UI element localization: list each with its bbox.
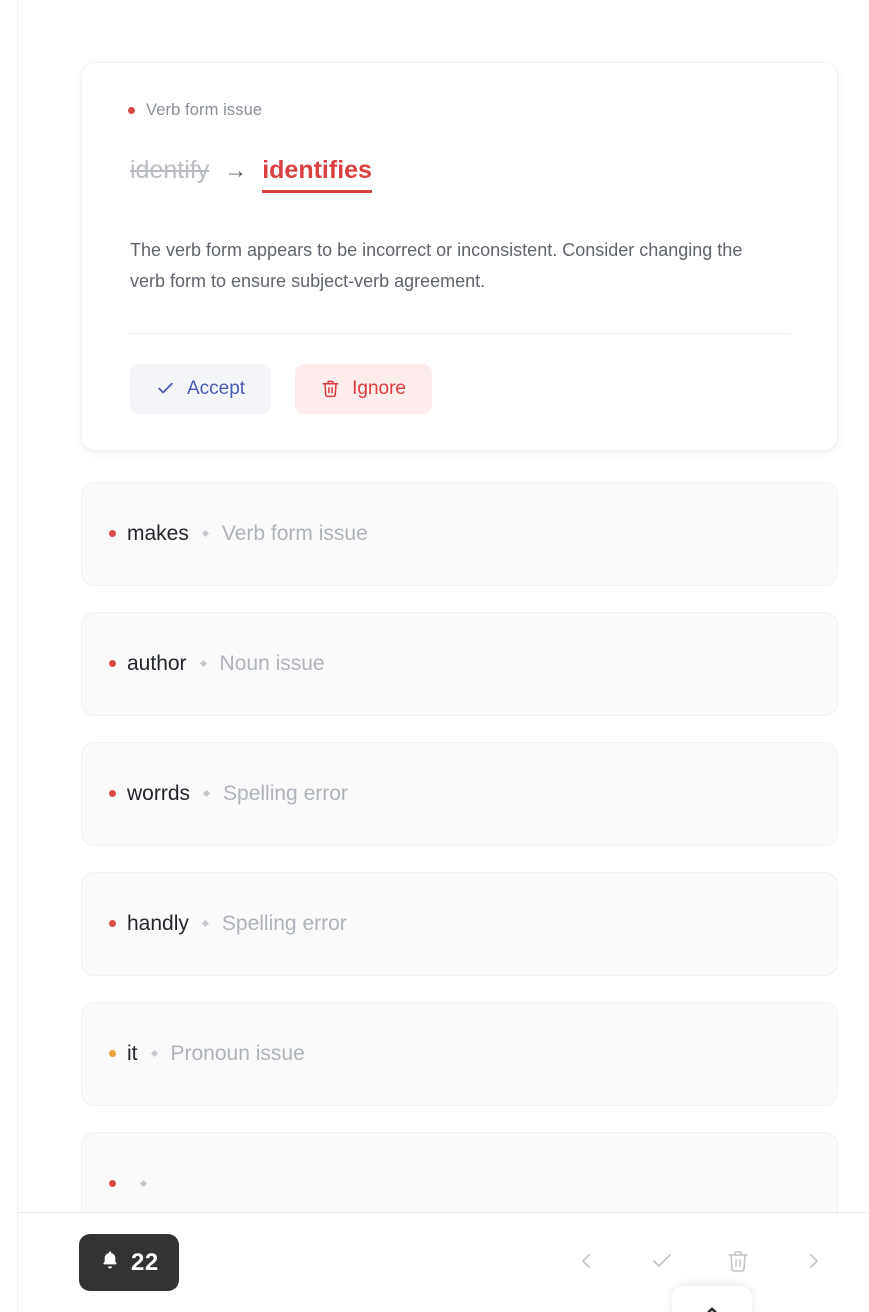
arrow-right-icon: → (224, 157, 248, 183)
suggestion-word: author (127, 651, 187, 675)
suggestion-row: worrds Spelling error (109, 782, 348, 806)
severity-dot-icon (128, 107, 135, 114)
separator-diamond-icon (199, 660, 207, 668)
trash-icon (726, 1249, 750, 1276)
issue-kind-header: Verb form issue (128, 101, 791, 120)
separator-diamond-icon (201, 530, 209, 538)
original-word: identify (130, 156, 210, 184)
suggestion-card[interactable]: makes Verb form issue (81, 481, 838, 586)
next-suggestion-button[interactable] (794, 1243, 834, 1283)
delete-suggestion-button[interactable] (718, 1243, 758, 1283)
suggestion-row: handly Spelling error (109, 912, 347, 936)
ignore-button[interactable]: Ignore (295, 363, 432, 414)
severity-dot-icon (109, 920, 116, 928)
severity-dot-icon (109, 790, 116, 798)
notification-badge[interactable]: 22 (79, 1234, 179, 1291)
accept-label: Accept (187, 377, 246, 399)
suggestion-card[interactable]: worrds Spelling error (81, 741, 838, 846)
severity-dot-icon (109, 1050, 116, 1058)
ignore-label: Ignore (352, 377, 406, 399)
check-icon (156, 379, 175, 398)
left-rail-divider (0, 0, 18, 1312)
severity-dot-icon (109, 660, 116, 668)
separator-diamond-icon (150, 1050, 158, 1058)
card-actions: Accept Ignore (128, 363, 791, 414)
expanded-suggestion-card[interactable]: Verb form issue identify → identifies Th… (81, 62, 838, 451)
replacement-word: identifies (262, 156, 372, 193)
suggestion-card[interactable]: author Noun issue (81, 611, 838, 716)
suggestion-row (109, 1180, 160, 1188)
separator-diamond-icon (202, 790, 211, 798)
severity-dot-icon (109, 1180, 116, 1188)
previous-suggestion-button[interactable] (566, 1243, 606, 1283)
accept-button[interactable]: Accept (130, 363, 272, 414)
suggestion-kind: Verb form issue (221, 521, 368, 545)
suggestion-kind: Noun issue (219, 651, 325, 675)
suggestion-row: author Noun issue (109, 652, 325, 676)
trash-icon (321, 379, 340, 398)
severity-dot-icon (109, 530, 116, 538)
suggestion-word: handly (127, 911, 189, 935)
card-divider (128, 332, 791, 334)
separator-diamond-icon (201, 920, 209, 928)
notification-count: 22 (131, 1248, 159, 1276)
chevron-right-icon (802, 1249, 826, 1276)
issue-description: The verb form appears to be incorrect or… (130, 240, 743, 291)
scroll-to-top-button[interactable] (672, 1286, 752, 1312)
suggestions-list: Verb form issue identify → identifies Th… (19, 0, 869, 1213)
chevron-left-icon (574, 1249, 598, 1276)
suggestion-card[interactable]: it Pronoun issue (81, 1001, 838, 1106)
suggestion-row: it Pronoun issue (109, 1042, 305, 1066)
suggestion-card[interactable] (81, 1131, 838, 1213)
collapsed-cards-container: makes Verb form issue author Noun issue worr… (81, 481, 838, 1213)
suggestion-kind: Pronoun issue (170, 1041, 305, 1065)
check-icon (650, 1249, 674, 1276)
suggestion-word: it (127, 1041, 138, 1065)
suggestions-panel: Verb form issue identify → identifies Th… (19, 0, 869, 1213)
chevron-up-icon (699, 1299, 725, 1312)
accept-suggestion-button[interactable] (642, 1243, 682, 1283)
suggestion-card[interactable]: handly Spelling error (81, 871, 838, 976)
suggestion-word: makes (127, 521, 189, 545)
issue-kind-label: Verb form issue (146, 101, 263, 119)
suggestion-kind: Spelling error (221, 911, 347, 935)
suggestion-nav-controls (566, 1243, 846, 1283)
separator-diamond-icon (139, 1180, 148, 1188)
suggestion-kind: Spelling error (223, 781, 348, 805)
bell-icon (99, 1249, 121, 1276)
suggestion-row: makes Verb form issue (109, 522, 368, 546)
suggestion-word: worrds (127, 781, 191, 805)
correction-row: identify → identifies (128, 156, 791, 193)
